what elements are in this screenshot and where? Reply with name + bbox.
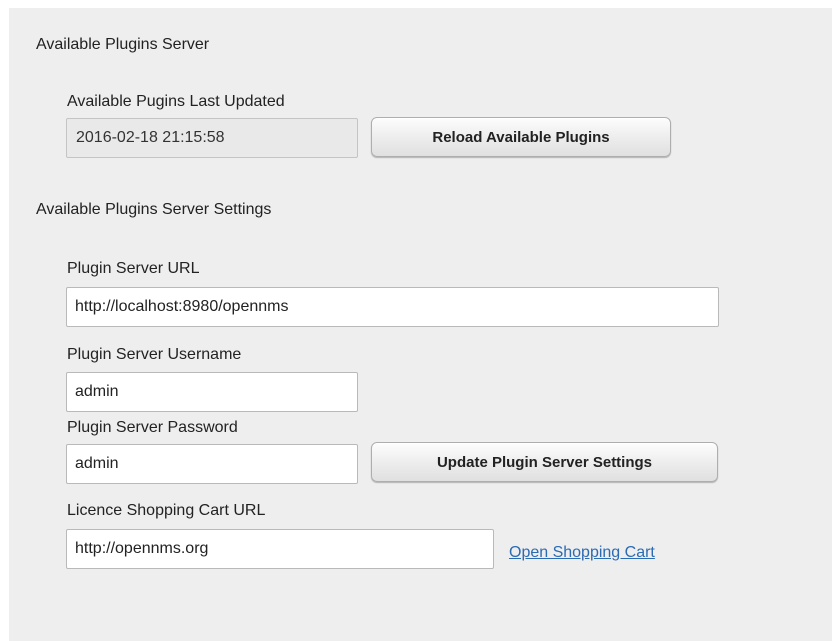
- plugin-server-username-label: Plugin Server Username: [67, 346, 242, 363]
- licence-shopping-cart-url-label: Licence Shopping Cart URL: [67, 502, 266, 519]
- last-updated-label: Available Pugins Last Updated: [67, 93, 285, 110]
- open-shopping-cart-link[interactable]: Open Shopping Cart: [509, 544, 655, 562]
- plugin-server-url-input[interactable]: [66, 287, 719, 327]
- plugin-server-username-input[interactable]: [66, 372, 358, 412]
- server-settings-heading: Available Plugins Server Settings: [36, 201, 272, 218]
- update-plugin-server-settings-button[interactable]: Update Plugin Server Settings: [371, 442, 718, 482]
- licence-shopping-cart-url-input[interactable]: [66, 529, 494, 569]
- plugin-server-url-label: Plugin Server URL: [67, 260, 200, 277]
- available-plugins-server-heading: Available Plugins Server: [36, 36, 210, 53]
- plugin-server-password-label: Plugin Server Password: [67, 419, 238, 436]
- plugin-server-password-input[interactable]: [66, 444, 358, 484]
- reload-available-plugins-button[interactable]: Reload Available Plugins: [371, 117, 671, 157]
- last-updated-value: 2016-02-18 21:15:58: [66, 118, 358, 158]
